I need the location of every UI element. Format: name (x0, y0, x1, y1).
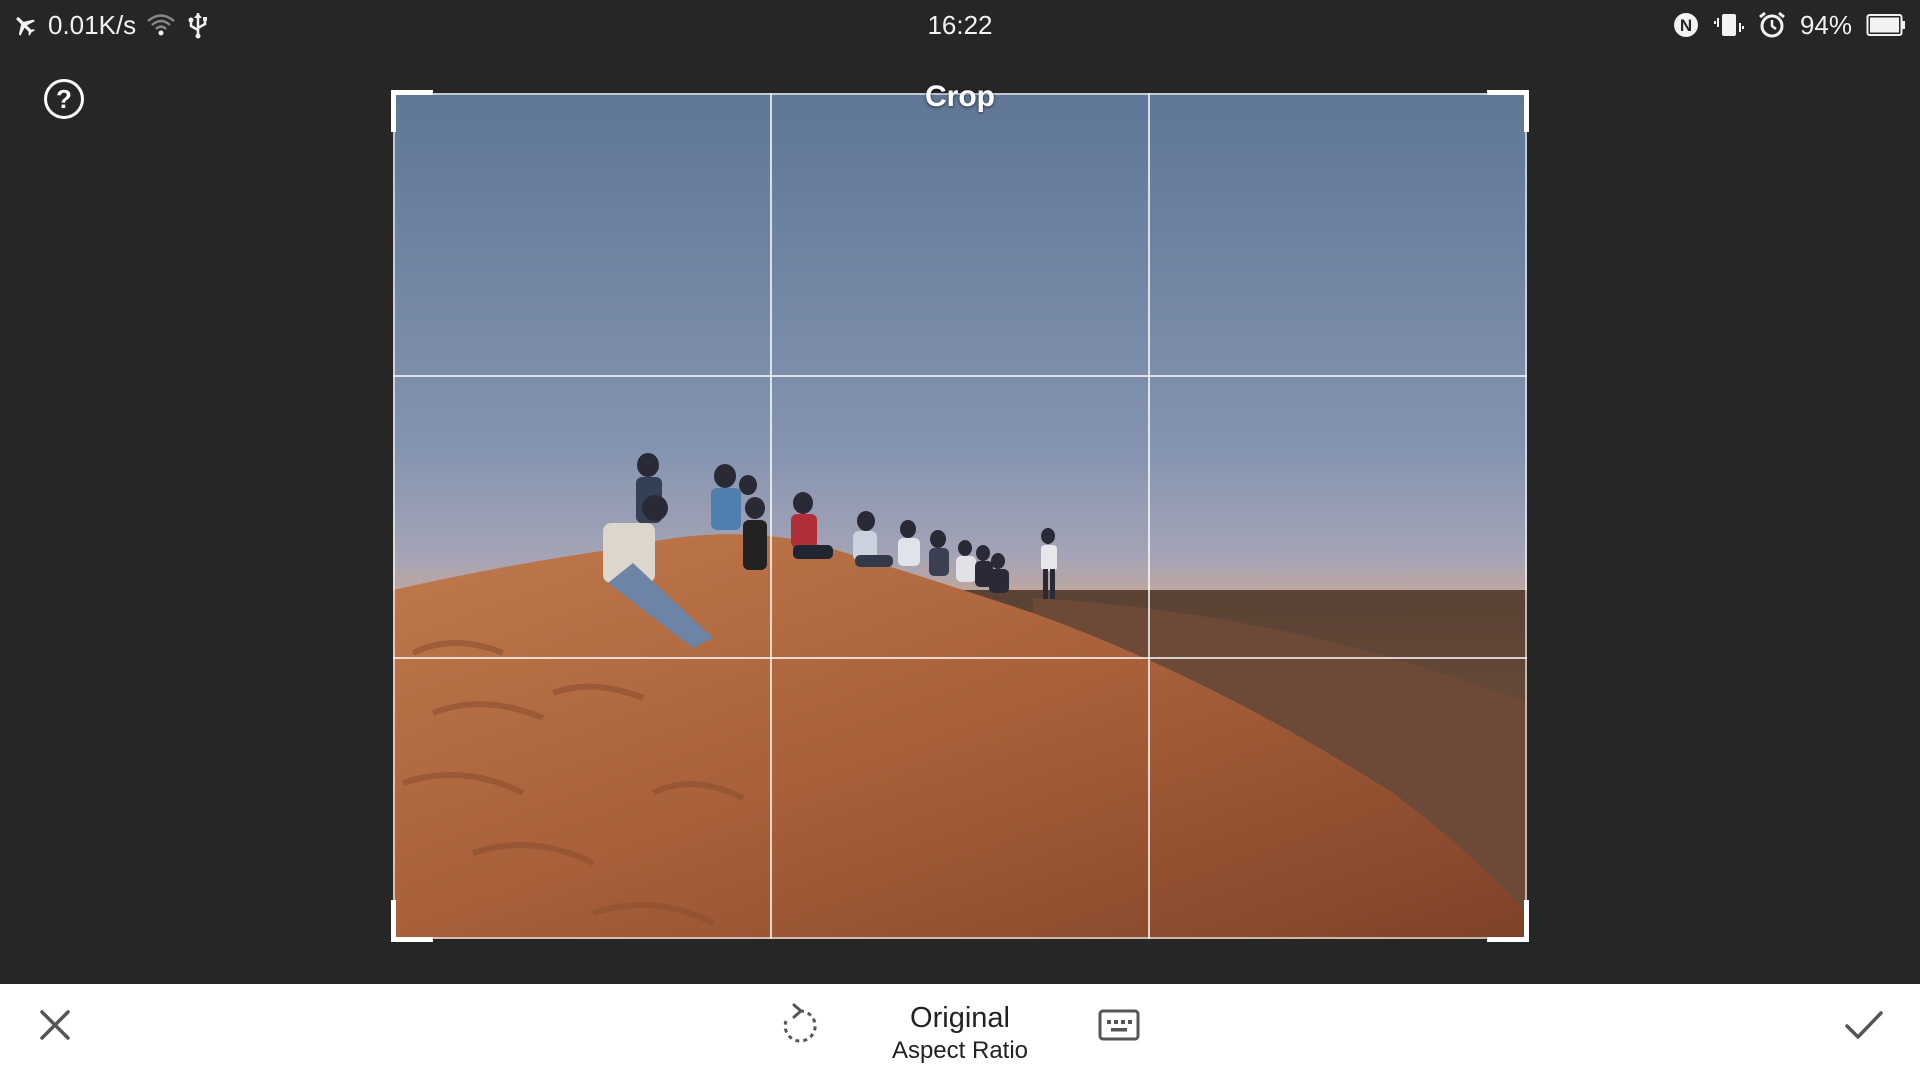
status-right: N 94% (1672, 8, 1906, 42)
check-icon (1845, 1011, 1883, 1039)
cancel-button[interactable] (30, 1000, 80, 1050)
keyboard-aspect-icon (1098, 1009, 1140, 1041)
aspect-ratio-label: Aspect Ratio (891, 1037, 1029, 1064)
bottom-toolbar: Original Aspect Ratio (0, 984, 1920, 1080)
alarm-icon (1758, 11, 1786, 39)
nfc-icon: N (1672, 11, 1700, 39)
battery-percent: 94% (1799, 9, 1852, 40)
aspect-ratio-button[interactable]: Original Aspect Ratio (860, 998, 1060, 1070)
page-title: Crop (925, 80, 995, 113)
grid-line-vertical-2 (1148, 93, 1150, 939)
crop-photo[interactable] (393, 93, 1527, 939)
aspect-ratio-value: Original (910, 1002, 1010, 1034)
rotate-icon (783, 1003, 817, 1043)
crop-handle-bottom-right[interactable] (1487, 900, 1529, 942)
close-icon (40, 1010, 70, 1040)
aspect-ratio-picker-button[interactable] (1094, 998, 1144, 1052)
help-circle-icon: ? (56, 83, 72, 114)
rotate-button[interactable] (776, 998, 824, 1052)
svg-text:N: N (1680, 16, 1692, 35)
apply-button[interactable] (1838, 998, 1890, 1052)
vibrate-icon (1713, 11, 1744, 39)
grid-line-horizontal-1 (393, 375, 1527, 377)
grid-line-vertical-1 (770, 93, 772, 939)
status-time: 16:22 (927, 10, 993, 40)
battery-icon (1866, 13, 1906, 37)
status-bar: 0.01K/s 16:22 N 94% (0, 0, 1920, 50)
help-button[interactable]: ? (44, 79, 84, 119)
grid-line-horizontal-2 (393, 657, 1527, 659)
crop-handle-bottom-left[interactable] (391, 900, 433, 942)
